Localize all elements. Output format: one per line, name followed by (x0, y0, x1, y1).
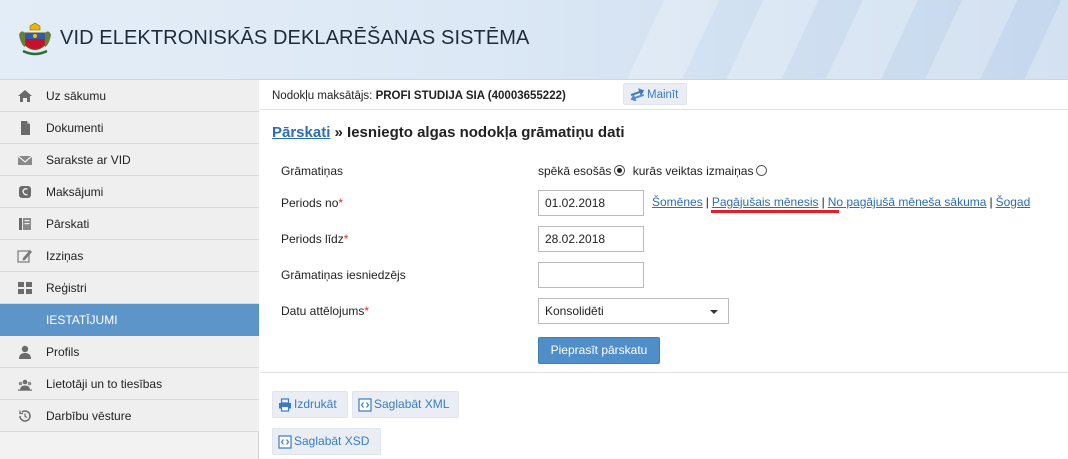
sidebar-item-certificates[interactable]: Izziņas (0, 240, 259, 272)
users-icon (18, 379, 32, 391)
sidebar-item-correspondence[interactable]: Sarakste ar VID (0, 144, 259, 176)
display-select-value: Konsolidēti (545, 304, 604, 318)
period-shortcuts: Šomēnes | Pagājušais mēnesis | No pagājušā m… (652, 195, 1030, 209)
app-title: VID ELEKTRONISKĀS DEKLARĒŠANAS SISTĒMA (60, 27, 530, 49)
shortcut-since-last-month[interactable]: No pagājušā mēneša sākuma (828, 195, 987, 209)
books-row: Grāmatiņas spēkā esošās kurās veiktas iz… (260, 164, 1068, 180)
taxpayer-label: Nodokļu maksātājs: (272, 90, 373, 102)
user-icon (19, 345, 31, 359)
period-from-row: Periods no* 01.02.2018 Šomēnes | Pagājušai… (260, 190, 1068, 216)
code-file-icon (358, 398, 372, 412)
sidebar-section-settings[interactable]: IESTATĪJUMI (0, 304, 259, 336)
sidebar-item-label: Lietotāji un to tiesības (46, 377, 163, 391)
sidebar-item-label: Sarakste ar VID (46, 153, 131, 167)
sidebar-item-payments[interactable]: Maksājumi (0, 176, 259, 208)
display-row: Datu attēlojums* Konsolidēti (260, 298, 1068, 324)
home-icon (18, 90, 32, 102)
save-xml-label: Saglabāt XML (374, 397, 450, 411)
sidebar-item-label: Pārskati (46, 217, 90, 231)
books-option-changed-label: kurās veiktas izmaiņas (632, 164, 754, 178)
books-option-changed-radio[interactable] (756, 165, 768, 176)
sidebar-item-label: Reģistri (46, 281, 87, 295)
display-label: Datu attēlojums* (281, 304, 369, 318)
period-to-input[interactable]: 28.02.2018 (538, 226, 644, 252)
sidebar-item-label: IESTATĪJUMI (46, 313, 118, 327)
sidebar-item-label: Maksājumi (46, 185, 104, 199)
shortcut-last-month[interactable]: Pagājušais mēnesis (712, 195, 819, 209)
request-report-button[interactable]: Pieprasīt pārskatu (538, 337, 660, 364)
sidebar-item-home[interactable]: Uz sākumu (0, 80, 259, 112)
breadcrumb-reports-link[interactable]: Pārskati (272, 124, 330, 141)
period-from-label-text: Periods no (281, 196, 339, 210)
display-label-text: Datu attēlojums (281, 304, 365, 318)
required-marker: * (364, 304, 370, 318)
shortcut-separator: | (705, 195, 709, 209)
sidebar-nav: Uz sākumu Dokumenti Sarakste ar VID Maks… (0, 80, 259, 459)
period-from-label: Periods no* (281, 196, 343, 210)
books-option-valid-radio[interactable] (614, 165, 626, 176)
divider (260, 372, 1068, 373)
books-label: Grāmatiņas (281, 164, 344, 178)
books-option-valid-label: spēkā esošās (538, 164, 612, 178)
sidebar-item-label: Dokumenti (46, 121, 104, 135)
taxpayer-info: Nodokļu maksātājs: PROFI STUDIJA SIA (40… (272, 90, 566, 102)
print-label: Izdrukāt (294, 397, 337, 411)
grid-icon (18, 282, 32, 294)
sidebar-item-profile[interactable]: Profils (0, 336, 259, 368)
submitter-row: Grāmatiņas iesniedzējs (260, 262, 1068, 288)
submitter-label: Grāmatiņas iesniedzējs (281, 268, 406, 282)
sidebar-item-label: Izziņas (46, 249, 84, 263)
edit-icon (17, 250, 32, 263)
shortcut-this-year[interactable]: Šogad (996, 195, 1031, 209)
period-to-row: Periods līdz* 28.02.2018 (260, 226, 1068, 252)
highlight-underline (711, 210, 839, 213)
display-select[interactable]: Konsolidēti (538, 298, 729, 324)
report-icon (19, 218, 31, 230)
shortcut-this-month[interactable]: Šomēnes (652, 195, 703, 209)
required-marker: * (338, 196, 344, 210)
sidebar-item-documents[interactable]: Dokumenti (0, 112, 259, 144)
change-taxpayer-button[interactable]: Mainīt (623, 83, 687, 105)
main-content: Nodokļu maksātājs: PROFI STUDIJA SIA (40… (260, 80, 1068, 459)
print-button[interactable]: Izdrukāt (272, 391, 348, 418)
taxpayer-bar: Nodokļu maksātājs: PROFI STUDIJA SIA (40… (260, 80, 1068, 110)
sidebar-item-label: Profils (46, 345, 80, 359)
sidebar-item-registers[interactable]: Reģistri (0, 272, 259, 304)
chevron-down-icon (710, 310, 718, 314)
code-file-icon (278, 435, 292, 449)
save-xml-button[interactable]: Saglabāt XML (352, 391, 459, 418)
shortcut-separator: | (989, 195, 993, 209)
submitter-input[interactable] (538, 262, 644, 288)
page-title-text: » Iesniegto algas nodokļa grāmatiņu dati (330, 124, 625, 141)
header-decoration (620, 0, 1068, 79)
sidebar-item-activity-history[interactable]: Darbību vēsture (0, 400, 259, 432)
required-marker: * (343, 232, 349, 246)
document-icon (21, 121, 30, 135)
sidebar-item-label: Darbību vēsture (46, 409, 132, 423)
history-icon (19, 410, 31, 422)
period-from-input[interactable]: 01.02.2018 (538, 190, 644, 216)
save-xsd-label: Saglabāt XSD (294, 434, 370, 448)
envelope-icon (17, 155, 33, 165)
shortcut-separator: | (821, 195, 825, 209)
sidebar-item-label: Uz sākumu (46, 89, 107, 103)
save-xsd-button[interactable]: Saglabāt XSD (272, 428, 381, 455)
printer-icon (279, 398, 291, 412)
sidebar-item-users-rights[interactable]: Lietotāji un to tiesības (0, 368, 259, 400)
page-title: Pārskati » Iesniegto algas nodokļa grāma… (272, 124, 625, 141)
app-header: VID ELEKTRONISKĀS DEKLARĒŠANAS SISTĒMA (0, 0, 1068, 80)
period-to-label-text: Periods līdz (281, 232, 344, 246)
sidebar-item-reports[interactable]: Pārskati (0, 208, 259, 240)
swap-icon (630, 88, 645, 101)
euro-icon (19, 186, 31, 198)
period-to-label: Periods līdz* (281, 232, 348, 246)
books-radio-group: spēkā esošās kurās veiktas izmaiņas (538, 164, 771, 178)
taxpayer-name: PROFI STUDIJA SIA (40003655222) (375, 90, 566, 102)
coat-of-arms-icon[interactable] (17, 21, 53, 57)
change-taxpayer-label: Mainīt (647, 89, 679, 101)
